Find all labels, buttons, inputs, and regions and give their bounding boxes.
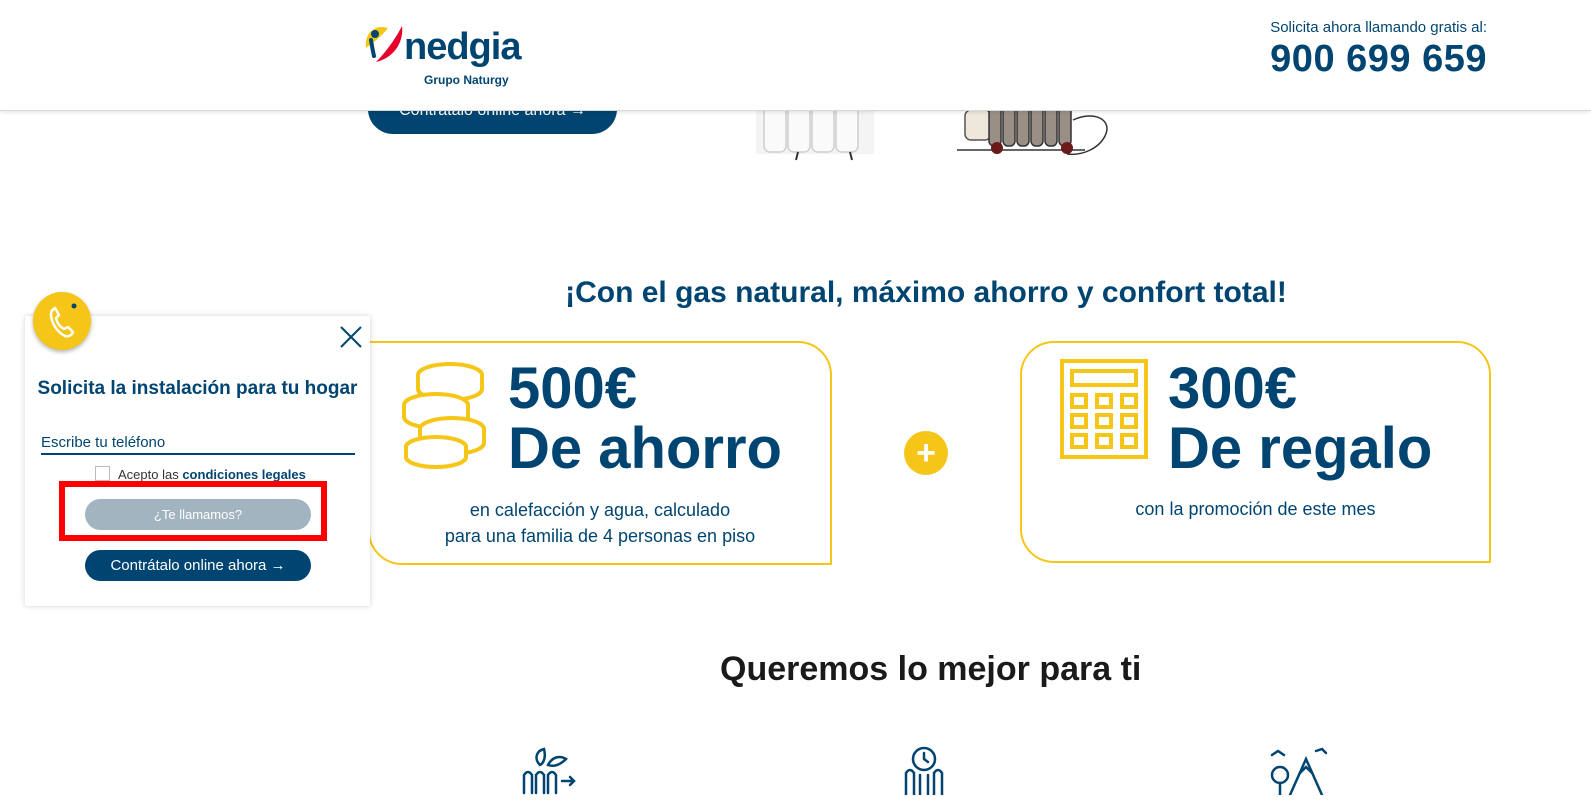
callback-widget: Solicita la instalación para tu hogar Ac… [25, 316, 370, 606]
call-label: Solicita ahora llamando gratis al: [1270, 19, 1487, 36]
eco-heating-icon [522, 747, 576, 795]
savings-amount: 500€ De ahorro [508, 359, 782, 479]
savings-desc-line2: para una familia de 4 personas en piso [444, 526, 756, 546]
savings-desc-line1: en calefacción y agua, calculado [469, 500, 731, 520]
plus-icon: + [904, 431, 948, 475]
savings-label: De ahorro [508, 416, 782, 481]
logo-mark-icon [365, 26, 403, 62]
legal-consent[interactable]: Acepto las condiciones legales [95, 466, 306, 482]
savings-description: en calefacción y agua, calculado para un… [370, 497, 830, 549]
benefits-title: Queremos lo mejor para ti [720, 650, 1142, 688]
legal-conditions-link[interactable]: condiciones legales [182, 467, 306, 482]
promo-headline: ¡Con el gas natural, máximo ahorro y con… [565, 276, 1287, 309]
legal-checkbox[interactable] [95, 466, 110, 481]
phone-input[interactable] [41, 431, 355, 455]
gift-card: 300€ De regalo con la promoción de este … [1020, 341, 1491, 563]
outdoor-icon [1270, 747, 1328, 795]
close-icon[interactable] [338, 324, 364, 350]
gift-value: 300€ [1168, 356, 1298, 421]
gift-label: De regalo [1168, 416, 1433, 481]
highlight-box [59, 481, 327, 541]
logo-wordmark: nedgia [404, 26, 521, 68]
nedgia-logo[interactable]: nedgia Grupo Naturgy [362, 20, 522, 90]
phone-icon [49, 303, 77, 338]
widget-title: Solicita la instalación para tu hogar [37, 378, 358, 399]
calculator-icon [1060, 359, 1148, 459]
savings-card: 500€ De ahorro en calefacción y agua, ca… [368, 341, 832, 565]
logo-subtitle: Grupo Naturgy [424, 73, 509, 87]
coins-icon [402, 362, 486, 469]
gift-amount: 300€ De regalo [1168, 359, 1432, 479]
contract-online-button[interactable]: Contrátalo online ahora → [85, 550, 311, 581]
call-number[interactable]: 900 699 659 [1270, 38, 1487, 81]
clock-heating-icon [904, 746, 944, 795]
phone-badge[interactable] [33, 292, 91, 350]
site-header: nedgia Grupo Naturgy Solicita ahora llam… [0, 0, 1591, 111]
legal-prefix: Acepto las [118, 467, 183, 482]
gift-description: con la promoción de este mes [1135, 499, 1376, 519]
savings-value: 500€ [508, 356, 638, 421]
